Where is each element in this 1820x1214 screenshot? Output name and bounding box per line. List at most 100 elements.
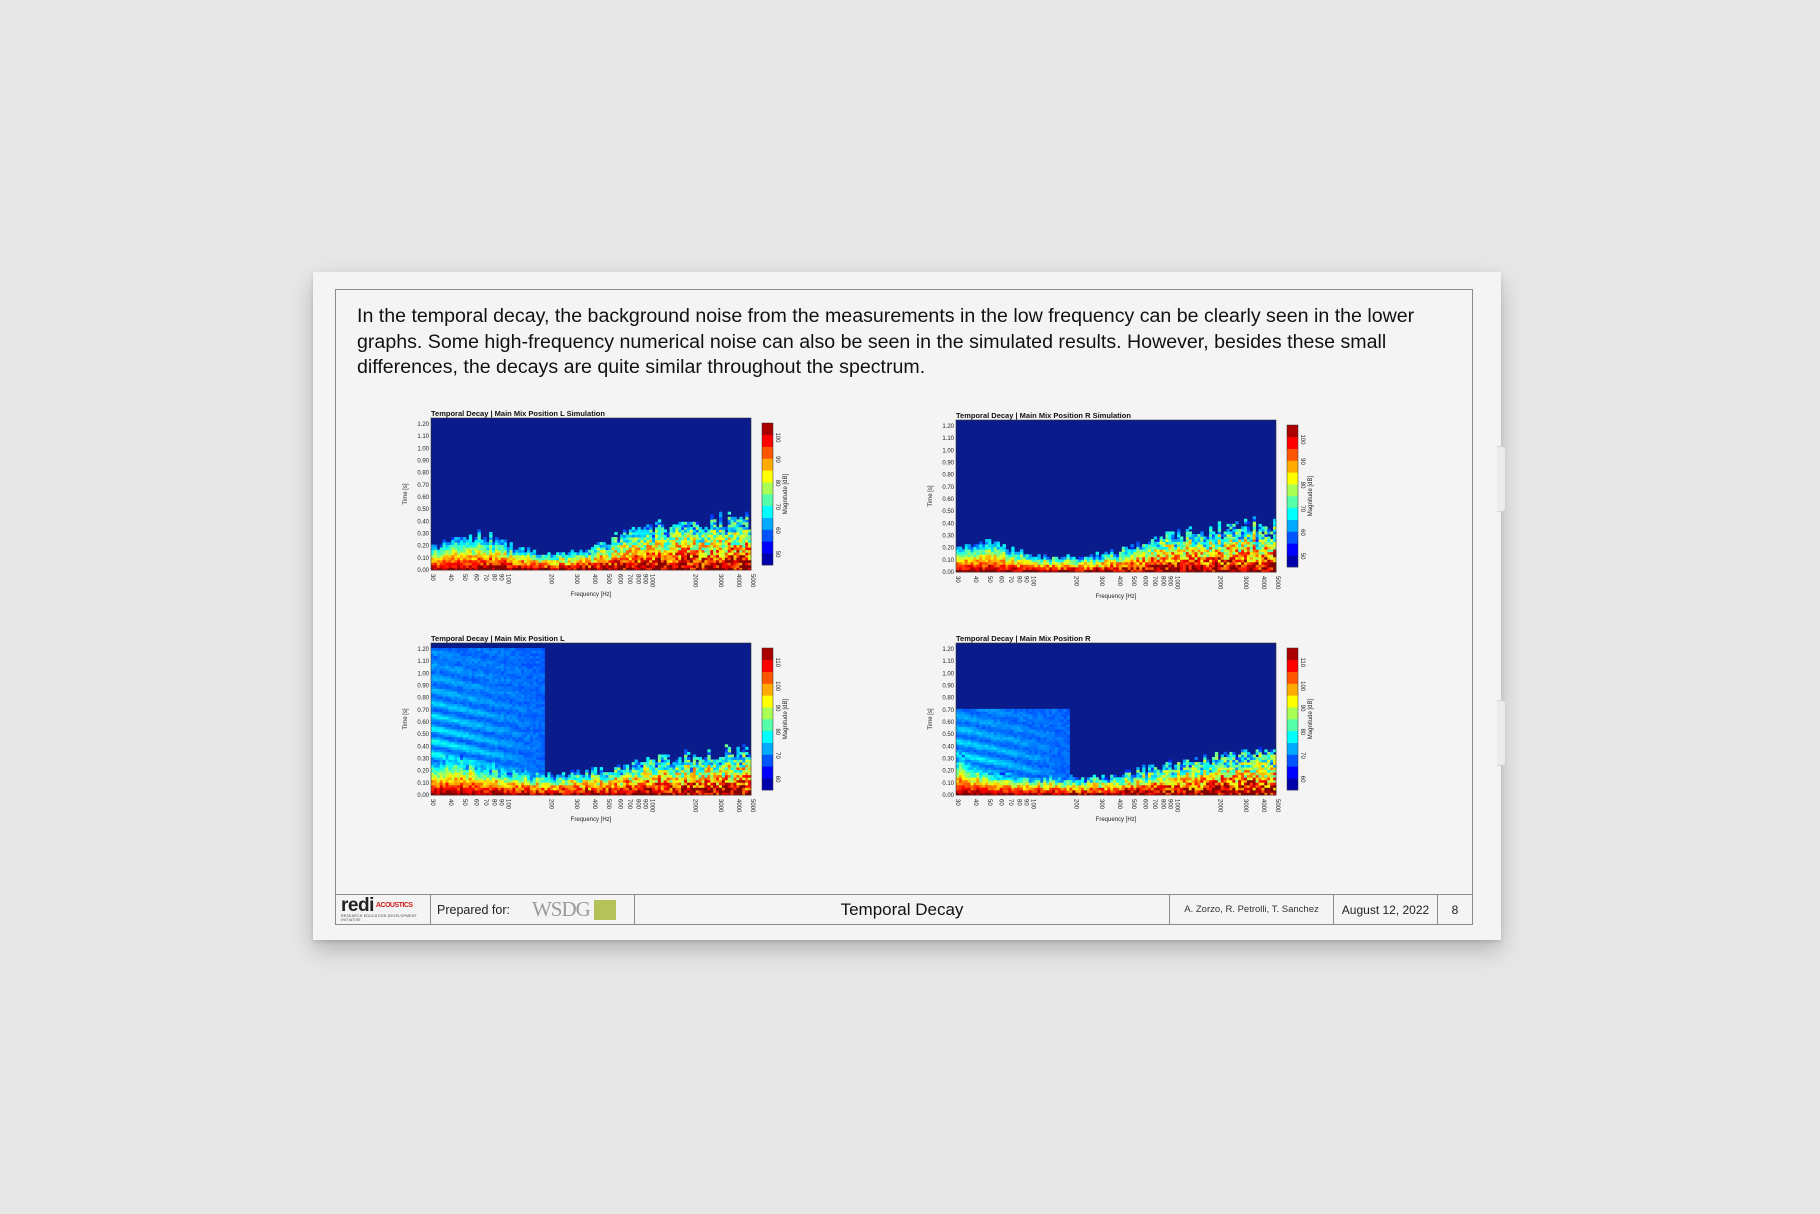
y-tick-label: 1.10 [942,436,954,442]
y-tick-label: 0.30 [942,534,954,540]
colorbar-tick-label: 90 [774,456,780,463]
y-tick-label: 1.20 [942,424,954,430]
y-tick-label: 0.30 [942,757,954,763]
y-tick-label: 0.60 [942,497,954,503]
y-tick-label: 0.00 [942,793,954,799]
x-tick-label: 90 [1023,576,1029,583]
x-tick-label: 400 [591,574,597,585]
x-tick-label: 30 [954,799,960,806]
x-tick-label: 800 [634,799,640,810]
x-tick-label: 2000 [1217,576,1223,590]
x-tick-label: 4000 [735,574,741,588]
y-tick-label: 0.00 [417,568,429,574]
x-tick-label: 600 [1141,576,1147,587]
client-name: WSDG [531,897,591,921]
y-tick-label: 0.90 [417,459,429,465]
colorbar-tick-label: 70 [774,503,780,510]
x-tick-label: 90 [1023,799,1029,806]
x-axis-label: Frequency [Hz] [1096,594,1137,600]
prepared-for-cell: Prepared for: WSDG [431,895,635,924]
colorbar-tick-label: 100 [1299,681,1305,692]
y-tick-label: 0.80 [942,473,954,479]
colorbar-label: Magnitude [dB] [1308,698,1314,739]
x-tick-label: 40 [972,576,978,583]
y-tick-label: 0.90 [942,684,954,690]
y-ticks: 0.00 0.10 0.20 0.30 0.40 0.50 0.60 0.70 0.80 0.90… [942,647,954,799]
x-tick-label: 3000 [1242,799,1248,813]
report-page: In the temporal decay, the background no… [313,272,1501,940]
x-tick-label: 500 [1130,799,1136,810]
x-tick-label: 80 [490,799,496,806]
x-ticks: 30 40 50 60 70 80 90 100 200 300 400 500 600 700 800 90… [954,799,1280,813]
page-edge-tab-top [1497,446,1506,512]
y-tick-label: 0.50 [942,509,954,515]
x-tick-label: 3000 [717,574,723,588]
x-tick-label: 4000 [735,799,741,813]
x-tick-label: 100 [504,799,510,810]
colorbar-label: Magnitude [dB] [783,698,789,739]
y-tick-label: 0.10 [417,781,429,787]
y-tick-label: 0.20 [417,544,429,550]
heatmap-svg: Temporal Decay | Main Mix Position R0.00… [928,634,1314,823]
x-tick-label: 80 [1015,799,1021,806]
x-tick-label: 100 [1029,576,1035,587]
y-tick-label: 0.70 [942,708,954,714]
x-tick-label: 70 [482,799,488,806]
y-tick-label: 0.40 [942,521,954,527]
x-tick-label: 600 [1141,799,1147,810]
y-tick-label: 1.00 [942,671,954,677]
y-axis-label: Time [s] [403,483,409,504]
colorbar-tick-label: 100 [1299,434,1305,445]
colorbar-tick-label: 90 [1299,705,1305,712]
x-axis-label: Frequency [Hz] [571,817,612,823]
x-tick-label: 3000 [1242,576,1248,590]
x-tick-label: 700 [1151,576,1157,587]
x-tick-label: 600 [616,799,622,810]
colorbar: 50 60 70 80 90 100 Magnitude [dB] [761,422,789,566]
y-tick-label: 0.40 [417,519,429,525]
x-tick-label: 3000 [717,799,723,813]
colorbar-label: Magnitude [dB] [1308,475,1314,516]
footer-date: August 12, 2022 [1334,895,1438,924]
x-tick-label: 900 [1167,799,1173,810]
colorbar-tick-label: 60 [1299,529,1305,536]
x-tick-label: 300 [573,799,579,810]
x-tick-label: 500 [605,799,611,810]
client-logo: WSDG [532,897,616,922]
x-tick-label: 200 [1073,799,1079,810]
x-tick-label: 60 [997,576,1003,583]
y-tick-label: 0.40 [417,744,429,750]
y-tick-label: 0.90 [417,684,429,690]
y-tick-label: 1.10 [417,434,429,440]
logo-text: redi [341,895,374,916]
x-axis-label: Frequency [Hz] [1096,817,1137,823]
x-tick-label: 70 [482,574,488,581]
x-tick-label: 300 [1098,799,1104,810]
footer-title: Temporal Decay [635,895,1170,924]
x-tick-label: 90 [498,574,504,581]
x-tick-label: 40 [972,799,978,806]
y-tick-label: 0.10 [417,556,429,562]
y-tick-label: 0.30 [417,757,429,763]
x-tick-label: 500 [605,574,611,585]
colorbar-label: Magnitude [dB] [783,473,789,514]
page-number: 8 [1451,902,1459,917]
heatmap-svg: Temporal Decay | Main Mix Position L 0.00… [403,634,789,823]
footer-authors: A. Zorzo, R. Petrolli, T. Sanchez [1170,895,1334,924]
colorbar-tick-label: 80 [1299,728,1305,735]
x-tick-label: 30 [429,574,435,581]
x-tick-label: 100 [504,574,510,585]
x-tick-label: 600 [616,574,622,585]
chart-sim-r: Temporal Decay | Main Mix Position R Sim… [921,410,1351,635]
x-tick-label: 800 [1159,799,1165,810]
y-tick-label: 0.00 [417,793,429,799]
y-tick-label: 1.20 [417,647,429,653]
page-frame: In the temporal decay, the background no… [335,289,1473,925]
x-tick-label: 400 [1116,799,1122,810]
chart-title: Temporal Decay | Main Mix Position L [431,634,565,643]
redi-logo: redi ACOUSTICS RESEARCH EDUCATION DEVELOP… [336,895,431,924]
colorbar-tick-label: 60 [774,776,780,783]
x-tick-label: 900 [642,574,648,585]
x-tick-label: 900 [1167,576,1173,587]
x-tick-label: 700 [1151,799,1157,810]
